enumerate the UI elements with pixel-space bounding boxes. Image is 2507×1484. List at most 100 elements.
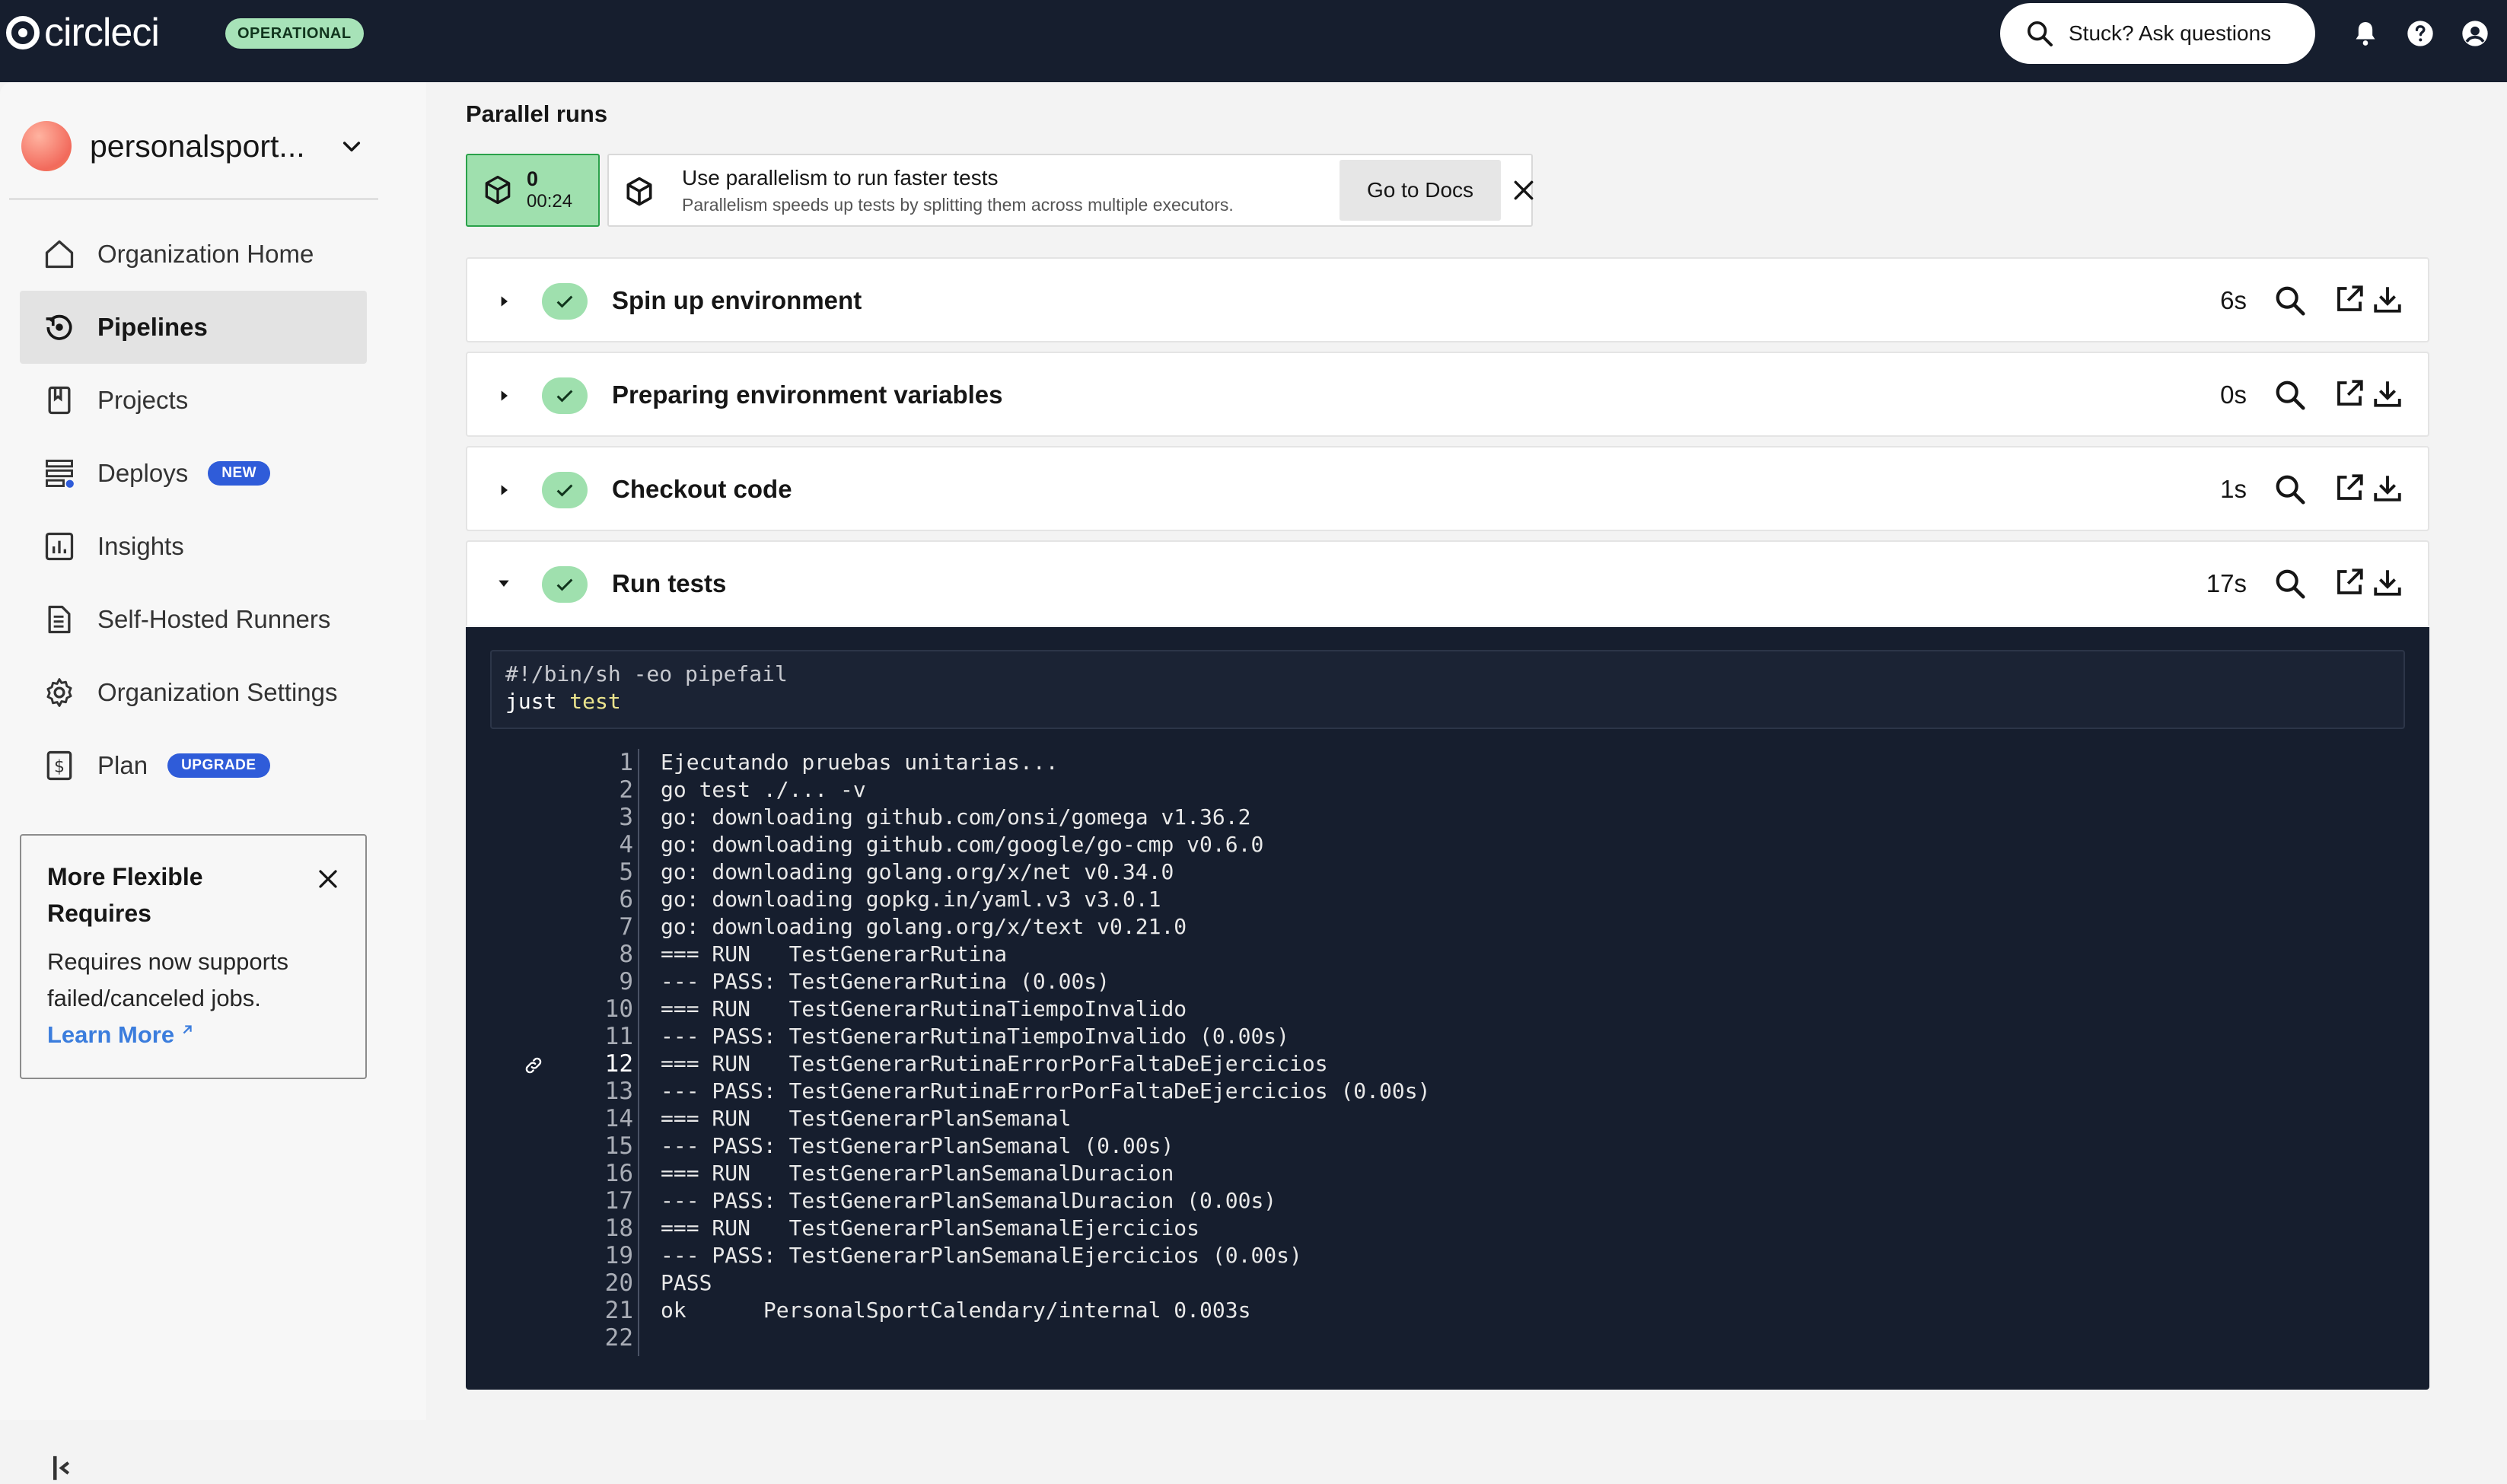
success-check-icon xyxy=(542,472,588,508)
log-text: === RUN TestGenerarRutinaTiempoInvalido xyxy=(661,996,1187,1021)
line-number[interactable]: 6 xyxy=(542,886,633,913)
line-number[interactable]: 9 xyxy=(542,968,633,995)
download-icon[interactable] xyxy=(2372,566,2403,598)
promo-title: More Flexible Requires xyxy=(47,863,203,927)
caret-right-icon[interactable] xyxy=(496,388,511,403)
line-number[interactable]: 10 xyxy=(542,995,633,1023)
log-line: 1 Ejecutando pruebas unitarias... xyxy=(466,749,2429,776)
sidebar-item-organization-home[interactable]: Organization Home xyxy=(20,218,367,291)
external-link-icon[interactable] xyxy=(2333,566,2365,598)
learn-more-link[interactable]: Learn More xyxy=(47,1017,339,1053)
download-icon[interactable] xyxy=(2372,472,2403,504)
external-link-icon[interactable] xyxy=(2333,283,2365,315)
org-switcher[interactable]: personalsport... xyxy=(21,116,364,177)
log-text: === RUN TestGenerarPlanSemanalEjercicios xyxy=(661,1215,1200,1240)
bell-icon[interactable] xyxy=(2350,18,2381,49)
runners-icon xyxy=(43,603,76,636)
line-number[interactable]: 5 xyxy=(542,858,633,886)
sidebar-item-deploys[interactable]: Deploys NEW xyxy=(20,437,367,510)
line-number[interactable]: 3 xyxy=(542,804,633,831)
run-index: 0 xyxy=(527,167,539,190)
log-text: === RUN TestGenerarRutinaErrorPorFaltaDe… xyxy=(661,1051,1328,1076)
sidebar-item-insights[interactable]: Insights xyxy=(20,510,367,583)
circleci-logo[interactable]: circleci xyxy=(6,11,160,55)
line-number[interactable]: 13 xyxy=(542,1078,633,1105)
search-icon xyxy=(2028,21,2053,46)
help-icon[interactable] xyxy=(2405,18,2435,49)
line-number[interactable]: 12 xyxy=(542,1050,633,1078)
line-number[interactable]: 8 xyxy=(542,941,633,968)
org-name: personalsport... xyxy=(90,128,305,164)
org-avatar xyxy=(21,121,72,171)
line-number[interactable]: 14 xyxy=(542,1105,633,1132)
caret-right-icon[interactable] xyxy=(496,482,511,498)
sidebar-item-organization-settings[interactable]: Organization Settings xyxy=(20,656,367,729)
insights-icon xyxy=(43,530,76,563)
upgrade-badge[interactable]: UPGRADE xyxy=(167,753,270,778)
collapse-sidebar-icon[interactable] xyxy=(50,1452,73,1484)
download-icon[interactable] xyxy=(2372,377,2403,409)
line-number[interactable]: 18 xyxy=(542,1215,633,1242)
search-icon[interactable] xyxy=(2273,283,2308,318)
line-number[interactable]: 16 xyxy=(542,1160,633,1187)
line-number[interactable]: 11 xyxy=(542,1023,633,1050)
log-text: ok PersonalSportCalendary/internal 0.003… xyxy=(661,1298,1251,1323)
step-duration: 17s xyxy=(2206,569,2247,597)
line-number[interactable]: 15 xyxy=(542,1132,633,1160)
parallel-run-chip[interactable]: 0 00:24 xyxy=(466,154,600,227)
log-text: go: downloading gopkg.in/yaml.v3 v3.0.1 xyxy=(661,887,1161,912)
step-row[interactable]: Spin up environment 6s xyxy=(466,257,2429,342)
log-line: 12 === RUN TestGenerarRutinaErrorPorFalta… xyxy=(466,1050,2429,1078)
sidebar-item-self-hosted-runners[interactable]: Self-Hosted Runners xyxy=(20,583,367,656)
log-line: 21 ok PersonalSportCalendary/internal 0.0… xyxy=(466,1297,2429,1324)
step-row-expanded[interactable]: Run tests 17s xyxy=(466,540,2429,626)
step-row[interactable]: Checkout code 1s xyxy=(466,446,2429,531)
status-badge[interactable]: OPERATIONAL xyxy=(225,18,364,49)
line-number[interactable]: 7 xyxy=(542,913,633,941)
line-number[interactable]: 2 xyxy=(542,776,633,804)
account-icon[interactable] xyxy=(2460,18,2490,49)
run-chip-text: 0 00:24 xyxy=(527,167,572,213)
cube-icon xyxy=(626,177,652,206)
line-number[interactable]: 17 xyxy=(542,1187,633,1215)
log-line: 15 --- PASS: TestGenerarPlanSemanal (0.00… xyxy=(466,1132,2429,1160)
search-icon[interactable] xyxy=(2273,566,2308,601)
ask-questions-button[interactable]: Stuck? Ask questions xyxy=(2000,3,2315,64)
search-icon[interactable] xyxy=(2273,377,2308,412)
search-icon[interactable] xyxy=(2273,472,2308,507)
new-badge: NEW xyxy=(208,461,271,486)
step-row[interactable]: Preparing environment variables 0s xyxy=(466,352,2429,437)
log-text: === RUN TestGenerarRutina xyxy=(661,941,1008,967)
log-line: 19 --- PASS: TestGenerarPlanSemanalEjerci… xyxy=(466,1242,2429,1269)
deploys-icon xyxy=(43,457,76,490)
log-text: go: downloading golang.org/x/net v0.34.0 xyxy=(661,859,1174,884)
external-link-icon[interactable] xyxy=(2333,472,2365,504)
go-to-docs-button[interactable]: Go to Docs xyxy=(1340,160,1501,221)
close-icon[interactable] xyxy=(317,868,339,890)
success-check-icon xyxy=(542,566,588,603)
log-line: 4 go: downloading github.com/google/go-cm… xyxy=(466,831,2429,858)
line-number[interactable]: 22 xyxy=(542,1324,633,1352)
log-text: --- PASS: TestGenerarPlanSemanalDuracion… xyxy=(661,1188,1277,1213)
line-number[interactable]: 4 xyxy=(542,831,633,858)
log-line: 3 go: downloading github.com/onsi/gomega … xyxy=(466,804,2429,831)
step-duration: 1s xyxy=(2220,475,2247,503)
line-number[interactable]: 1 xyxy=(542,749,633,776)
sidebar-item-label: Plan xyxy=(97,751,148,779)
line-number[interactable]: 19 xyxy=(542,1242,633,1269)
sidebar-item-projects[interactable]: Projects xyxy=(20,364,367,437)
projects-icon xyxy=(43,384,76,417)
caret-right-icon[interactable] xyxy=(496,294,511,309)
sidebar-item-plan[interactable]: $ Plan UPGRADE xyxy=(20,729,367,802)
caret-down-icon[interactable] xyxy=(496,575,511,591)
line-number[interactable]: 21 xyxy=(542,1297,633,1324)
download-icon[interactable] xyxy=(2372,283,2403,315)
line-number[interactable]: 20 xyxy=(542,1269,633,1297)
log-text: Ejecutando pruebas unitarias... xyxy=(661,750,1059,775)
close-icon[interactable] xyxy=(1512,178,1536,202)
external-link-icon[interactable] xyxy=(2333,377,2365,409)
tip-subtitle: Parallelism speeds up tests by splitting… xyxy=(682,195,1234,215)
sidebar-item-pipelines[interactable]: Pipelines xyxy=(20,291,367,364)
sidebar-nav: Organization Home Pipelines Projects Dep… xyxy=(20,218,367,802)
cube-icon xyxy=(485,175,511,205)
